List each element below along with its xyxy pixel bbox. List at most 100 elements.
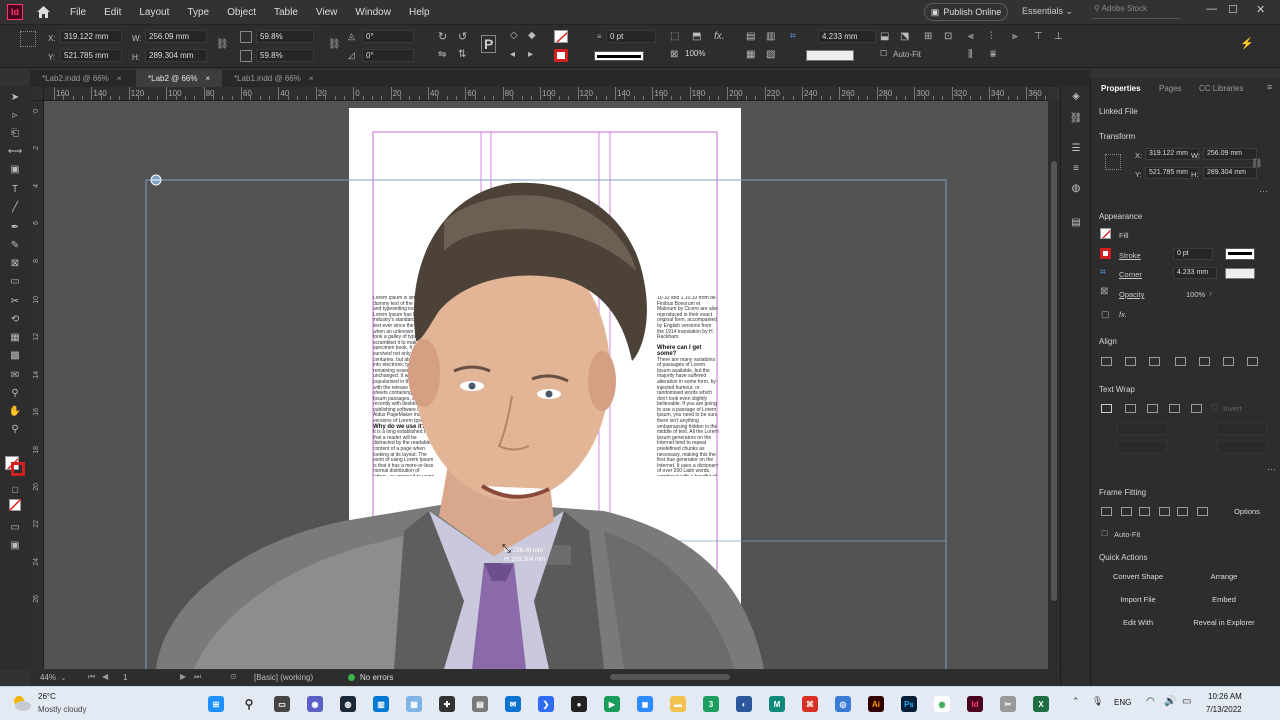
tab-lab1-indd[interactable]: *Lab1.indd @ 66% × bbox=[222, 70, 328, 87]
menu-edit[interactable]: Edit bbox=[95, 7, 130, 18]
align-bottom-icon[interactable] bbox=[1223, 357, 1234, 366]
chevron-up-icon[interactable]: ⌃ bbox=[1072, 696, 1080, 707]
snipping-tool-icon[interactable]: ✂ bbox=[1000, 696, 1016, 712]
shear-field[interactable]: 0° bbox=[362, 49, 414, 62]
menu-table[interactable]: Table bbox=[265, 7, 307, 18]
menu-object[interactable]: Object bbox=[218, 7, 265, 18]
hand-tool-icon[interactable]: ✋ bbox=[8, 404, 22, 418]
stroke-panel-icon[interactable]: ≡ bbox=[1069, 162, 1083, 174]
style-mode[interactable]: [Basic] (working) bbox=[254, 673, 313, 682]
fill-swatch-icon[interactable] bbox=[554, 30, 568, 43]
calculator-icon[interactable]: ▤ bbox=[472, 696, 488, 712]
selection-tool-icon[interactable]: ➤ bbox=[8, 90, 22, 104]
auto-fit-checkbox[interactable]: ☐ bbox=[880, 49, 887, 58]
indesign-taskbar-icon[interactable]: Id bbox=[967, 696, 983, 712]
stroke-weight-field[interactable]: 0 pt bbox=[1173, 248, 1213, 260]
opacity-label[interactable]: Opacity bbox=[1119, 290, 1144, 299]
pdf-icon[interactable]: ⌘ bbox=[802, 696, 818, 712]
content-aware-fit-icon[interactable] bbox=[1139, 507, 1150, 516]
fit-content-icon[interactable]: ⬒ bbox=[692, 31, 701, 42]
chevron-right-icon[interactable]: › bbox=[1209, 288, 1212, 298]
apply-none-icon[interactable] bbox=[8, 498, 22, 512]
wrap-top-offset-field[interactable] bbox=[1117, 423, 1167, 435]
stroke-type-dropdown[interactable] bbox=[594, 51, 644, 61]
wrap-bottom-offset-field[interactable] bbox=[1117, 441, 1167, 453]
battery-icon[interactable]: ▭ bbox=[1182, 696, 1191, 707]
y-field[interactable]: 521.785 mm bbox=[60, 49, 122, 62]
fit-frame-icon[interactable]: ⬚ bbox=[670, 31, 679, 42]
opacity-value[interactable]: 100% bbox=[685, 49, 705, 58]
rectangle-tool-icon[interactable]: ▭ bbox=[8, 274, 22, 288]
microphone-icon[interactable]: 🎙 bbox=[1092, 696, 1103, 707]
wifi-icon[interactable]: ◠ bbox=[1146, 696, 1155, 707]
photoshop-icon[interactable]: Ps bbox=[901, 696, 917, 712]
chat-icon[interactable]: ◉ bbox=[307, 696, 323, 712]
formatting-affects-container-icon[interactable]: ▢ bbox=[8, 482, 22, 496]
vertical-scrollbar[interactable] bbox=[1048, 101, 1060, 669]
scale-y-field[interactable]: 59.8% bbox=[256, 49, 314, 62]
embed-button[interactable]: Embed bbox=[1185, 591, 1263, 607]
menu-view[interactable]: View bbox=[307, 7, 347, 18]
workspace-switcher[interactable]: Essentials ⌄ bbox=[1022, 6, 1073, 17]
align-top-icon[interactable] bbox=[1175, 357, 1186, 366]
line-tool-icon[interactable]: ╱ bbox=[8, 200, 22, 214]
preflight-errors[interactable]: No errors bbox=[360, 673, 393, 682]
wrap-none-icon[interactable] bbox=[1101, 404, 1112, 413]
corner-shape-dropdown[interactable] bbox=[1225, 268, 1255, 279]
direct-selection-tool-icon[interactable]: ▹ bbox=[8, 108, 22, 122]
task-view-icon[interactable]: ▭ bbox=[274, 696, 290, 712]
vscode-icon[interactable]: ❯ bbox=[538, 696, 554, 712]
wrap-more-options-icon[interactable]: ⋯ bbox=[1267, 464, 1276, 475]
constrain-link-icon[interactable]: ⛓ bbox=[1251, 158, 1262, 169]
w-field[interactable]: 256.09 mm bbox=[145, 30, 207, 43]
corner-size-field[interactable]: 4.233 mm bbox=[1173, 267, 1217, 279]
distribute-icon[interactable] bbox=[1247, 357, 1258, 366]
stroke-swatch-icon[interactable] bbox=[1100, 248, 1111, 259]
file-explorer-icon[interactable]: ▬ bbox=[670, 696, 686, 712]
stroke-type-dropdown[interactable] bbox=[1225, 248, 1255, 260]
invert-checkbox[interactable]: ☐ bbox=[1211, 403, 1218, 412]
wrap-next-column-icon[interactable] bbox=[1191, 404, 1202, 413]
fit-frame-to-content-icon[interactable] bbox=[1159, 507, 1170, 516]
tab-properties[interactable]: Properties bbox=[1101, 84, 1141, 93]
align-right-icon[interactable] bbox=[1149, 357, 1160, 366]
corner-options-icon[interactable]: ⌗ bbox=[1100, 267, 1106, 278]
tab-lab2[interactable]: *Lab2 @ 66% × bbox=[136, 70, 222, 87]
align-right-icon[interactable]: ⫸ bbox=[1012, 31, 1018, 42]
import-file-button[interactable]: Import File bbox=[1099, 591, 1177, 607]
chrome-icon[interactable]: ◉ bbox=[934, 696, 950, 712]
scale-link-icon[interactable]: ⛓ bbox=[328, 39, 341, 50]
search-icon[interactable]: ⚲ bbox=[241, 696, 257, 712]
placed-photo[interactable] bbox=[156, 182, 764, 669]
tab-pages[interactable]: Pages bbox=[1159, 84, 1182, 93]
publish-online-button[interactable]: ▣ Publish Online bbox=[924, 3, 1008, 21]
m-app-icon[interactable]: M bbox=[769, 696, 785, 712]
weather-icon[interactable] bbox=[10, 692, 32, 714]
clock-time[interactable]: 10:26 AM bbox=[1208, 692, 1242, 701]
zoom-level[interactable]: 44% bbox=[40, 673, 56, 682]
close-tab-icon[interactable]: × bbox=[117, 74, 122, 83]
wrap-object-shape-icon[interactable] bbox=[1147, 404, 1158, 413]
pencil-tool-icon[interactable]: ✎ bbox=[8, 238, 22, 252]
gap-tool-icon[interactable]: ⟷ bbox=[8, 144, 22, 158]
github-icon[interactable]: ● bbox=[571, 696, 587, 712]
panel-menu-icon[interactable]: ≡ bbox=[1267, 82, 1272, 92]
fill-frame-proportionally-icon[interactable] bbox=[1101, 507, 1112, 516]
free-transform-tool-icon[interactable]: ⟲ bbox=[8, 312, 22, 326]
flip-vertical-icon[interactable]: ⇅ bbox=[458, 49, 466, 60]
align-center-v-icon[interactable] bbox=[1199, 357, 1210, 366]
document-canvas[interactable]: Lorem Ipsum is simply dummy text of the … bbox=[44, 101, 1048, 669]
fx-button[interactable]: fx. bbox=[1119, 310, 1127, 319]
page-tool-icon[interactable]: ⎗ bbox=[8, 126, 22, 140]
wrap-bounding-box-icon[interactable] bbox=[1125, 404, 1136, 413]
align-left-icon[interactable] bbox=[1101, 357, 1112, 366]
preview-mode-icon[interactable]: ▣ bbox=[8, 538, 22, 552]
menu-file[interactable]: File bbox=[61, 7, 95, 18]
reveal-in-explorer-button[interactable]: Reveal in Explorer bbox=[1185, 614, 1263, 630]
arrange-button[interactable]: Arrange bbox=[1185, 568, 1263, 584]
w-field[interactable]: 256.09 mm bbox=[1203, 148, 1257, 160]
open-page-icon[interactable]: ⊙ bbox=[230, 672, 237, 681]
fit-content-proportionally-icon[interactable] bbox=[1121, 507, 1132, 516]
wrap-jump-icon[interactable]: ▧ bbox=[766, 49, 775, 60]
spreadsheet-icon[interactable]: 3 bbox=[703, 696, 719, 712]
